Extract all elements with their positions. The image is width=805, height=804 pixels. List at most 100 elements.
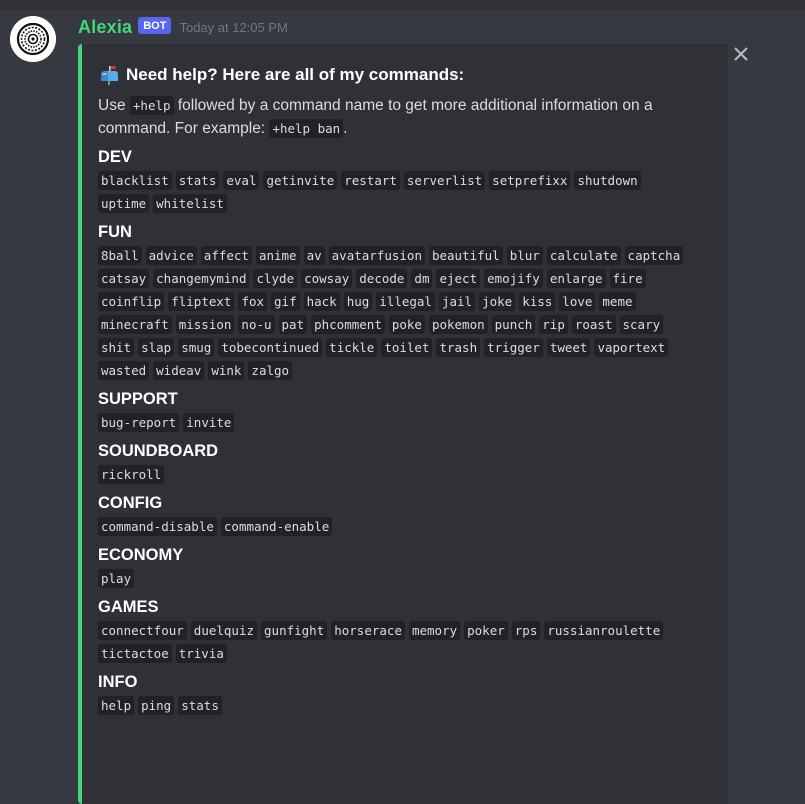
command-list: connectfour duelquiz gunfight horserace memo… [98, 619, 698, 665]
command-tictactoe: tictactoe [98, 643, 172, 663]
command-wink: wink [208, 360, 245, 380]
command-8ball: 8ball [98, 245, 142, 265]
command-uptime: uptime [98, 193, 150, 213]
command-anime: anime [255, 245, 300, 265]
command-trash: trash [436, 337, 481, 357]
command-meme: meme [599, 291, 636, 311]
command-no-u: no-u [238, 314, 275, 334]
section-support: SUPPORT bug-report invite [98, 389, 698, 434]
embed-title-text: Need help? Here are all of my commands: [126, 65, 465, 84]
command-gif: gif [271, 291, 300, 311]
command-beautiful: beautiful [428, 245, 503, 265]
command-advice: advice [145, 245, 197, 265]
command-list: play [98, 567, 698, 590]
help-code: +help [129, 96, 174, 115]
command-play: play [98, 568, 135, 588]
command-list: 8ball advice affect anime av avatarfusion beau… [98, 244, 698, 382]
command-list: bug-report invite [98, 411, 698, 434]
command-cowsay: cowsay [301, 268, 353, 288]
command-enlarge: enlarge [546, 268, 606, 288]
message-header: Alexia BOT Today at 12:05 PM [78, 15, 288, 39]
command-fox: fox [238, 291, 268, 311]
command-hug: hug [343, 291, 373, 311]
embed-content: Need help? Here are all of my commands: … [98, 62, 698, 717]
command-shit: shit [98, 337, 135, 357]
section-heading: DEV [98, 148, 132, 166]
section-heading: FUN [98, 223, 132, 241]
command-stats: stats [175, 170, 220, 190]
bot-tag: BOT [138, 16, 172, 34]
command-trivia: trivia [175, 643, 227, 663]
command-tickle: tickle [326, 337, 378, 357]
command-phcomment: phcomment [311, 314, 385, 334]
command-invite: invite [183, 412, 235, 432]
section-heading: SOUNDBOARD [98, 442, 219, 460]
command-joke: joke [479, 291, 516, 311]
command-illegal: illegal [376, 291, 435, 311]
desc-text-3: . [343, 120, 348, 137]
command-catsay: catsay [98, 268, 150, 288]
command-command-enable: command-enable [220, 516, 333, 536]
command-pokemon: pokemon [428, 314, 488, 334]
command-connectfour: connectfour [98, 620, 187, 640]
desc-text-2: followed by a command name to get more a… [98, 97, 653, 137]
command-duelquiz: duelquiz [190, 620, 258, 640]
avatar-logo-icon [10, 16, 56, 62]
command-eject: eject [436, 268, 481, 288]
command-help: help [98, 695, 135, 715]
command-love: love [559, 291, 596, 311]
section-info: INFO help ping stats [98, 672, 698, 717]
command-bug-report: bug-report [98, 412, 180, 432]
command-hack: hack [303, 291, 340, 311]
section-heading: ECONOMY [98, 546, 184, 564]
section-heading: INFO [98, 673, 138, 691]
command-roast: roast [571, 314, 616, 334]
timestamp[interactable]: Today at 12:05 PM [179, 20, 287, 35]
command-dm: dm [411, 268, 433, 288]
command-clyde: clyde [253, 268, 298, 288]
command-stats: stats [178, 695, 222, 715]
command-emojify: emojify [484, 268, 543, 288]
avatar[interactable] [10, 16, 56, 62]
command-minecraft: minecraft [98, 314, 172, 334]
embed-title: Need help? Here are all of my commands: [98, 62, 698, 88]
command-list: help ping stats [98, 694, 698, 717]
command-getinvite: getinvite [263, 170, 338, 190]
command-russianroulette: russianroulette [544, 620, 664, 640]
author-name[interactable]: Alexia [78, 17, 132, 38]
command-changemymind: changemymind [153, 268, 250, 288]
command-sections: DEV blacklist stats eval getinvite restart ser… [98, 147, 698, 717]
command-coinflip: coinflip [98, 291, 165, 311]
command-shutdown: shutdown [574, 170, 641, 190]
command-list: rickroll [98, 463, 698, 486]
section-heading: GAMES [98, 598, 159, 616]
command-captcha: captcha [624, 245, 684, 265]
command-trigger: trigger [484, 337, 543, 357]
section-economy: ECONOMY play [98, 545, 698, 590]
command-av: av [303, 245, 325, 265]
command-poke: poke [388, 314, 425, 334]
command-kiss: kiss [519, 291, 556, 311]
command-avatarfusion: avatarfusion [328, 245, 425, 265]
command-slap: slap [138, 337, 175, 357]
command-blur: blur [506, 245, 543, 265]
command-mission: mission [175, 314, 235, 334]
section-soundboard: SOUNDBOARD rickroll [98, 441, 698, 486]
command-restart: restart [341, 170, 400, 190]
command-vaportext: vaportext [594, 337, 669, 357]
embed-description: Use +help followed by a command name to … [98, 94, 698, 140]
command-whitelist: whitelist [153, 193, 227, 213]
command-command-disable: command-disable [98, 516, 217, 536]
section-heading: CONFIG [98, 494, 163, 512]
command-jail: jail [438, 291, 476, 311]
section-fun: FUN 8ball advice affect anime av avatarfusion b… [98, 222, 698, 382]
command-poker: poker [464, 620, 508, 640]
command-wideav: wideav [153, 360, 205, 380]
mailbox-icon [98, 64, 120, 86]
command-gunfight: gunfight [261, 620, 328, 640]
close-button[interactable] [731, 44, 751, 64]
command-fliptext: fliptext [168, 291, 235, 311]
command-blacklist: blacklist [98, 170, 172, 190]
help-embed: Need help? Here are all of my commands: … [78, 44, 728, 804]
desc-text-1: Use [98, 97, 126, 114]
